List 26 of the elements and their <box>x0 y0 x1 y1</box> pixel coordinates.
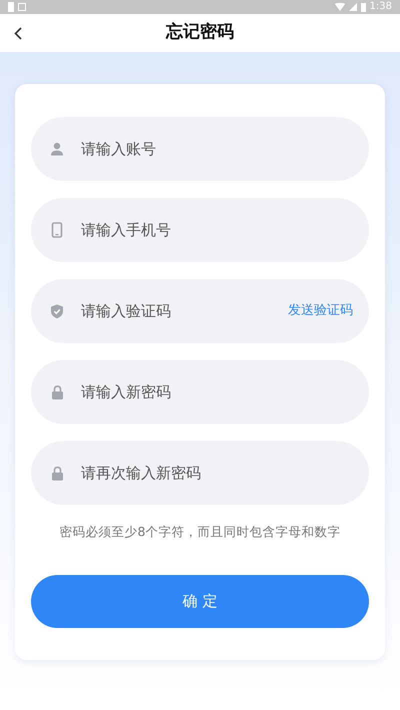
text-input[interactable]: 请输入账号 <box>81 138 353 160</box>
lock-icon <box>50 466 64 480</box>
signal-icon <box>348 3 357 11</box>
shield-check-icon <box>50 304 64 318</box>
sim-icon <box>8 2 14 12</box>
back-icon <box>14 26 22 40</box>
page-title: 忘记密码 <box>166 21 234 44</box>
text-input[interactable]: 请输入手机号 <box>81 218 353 242</box>
input-field[interactable]: 请输入新密码 <box>31 360 369 424</box>
status-time: 1:38 <box>370 2 392 12</box>
text-input[interactable]: 请输入验证码 <box>81 300 271 322</box>
notification-icon <box>18 3 26 11</box>
send-code-link[interactable]: 发送验证码 <box>288 301 353 321</box>
password-hint: 密码必须至少8个字符，而且同时包含字母和数字 <box>58 523 342 541</box>
input-field[interactable]: 请输入手机号 <box>31 198 369 262</box>
lock-icon <box>50 384 64 400</box>
text-input[interactable]: 请再次输入新密码 <box>81 462 353 484</box>
text-input[interactable]: 请输入新密码 <box>81 380 353 404</box>
confirm-button[interactable]: 确 定 <box>31 574 369 628</box>
input-field[interactable]: 请输入验证码 发送验证码 <box>31 279 369 343</box>
battery-icon <box>360 2 366 12</box>
input-field[interactable]: 请输入账号 <box>31 117 369 181</box>
user-icon <box>50 142 64 156</box>
phone-icon <box>51 222 63 238</box>
input-field[interactable]: 请再次输入新密码 <box>31 441 369 505</box>
wifi-icon <box>334 3 345 11</box>
